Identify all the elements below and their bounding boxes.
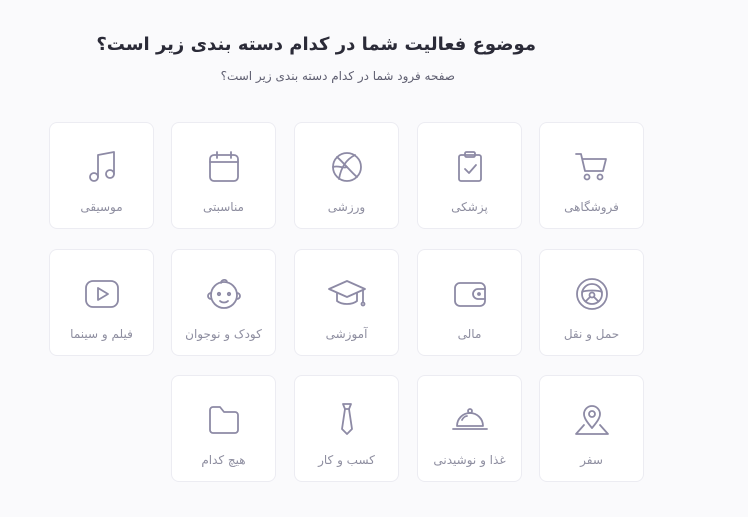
steering-wheel-icon (575, 278, 608, 310)
category-card-transport[interactable]: حمل و نقل (539, 249, 644, 356)
category-label: فیلم و سینما (70, 327, 133, 341)
cart-icon (574, 153, 607, 181)
category-card-food[interactable]: غذا و نوشیدنی (417, 375, 522, 482)
page-title: موضوع فعالیت شما در کدام دسته بندی زیر ا… (96, 34, 536, 55)
category-card-kids[interactable]: کودک و نوجوان (171, 249, 276, 356)
category-label: پزشکی (451, 200, 488, 214)
music-note-icon (88, 151, 115, 182)
folder-icon (208, 406, 239, 434)
category-label: فروشگاهی (564, 200, 619, 214)
clipboard-check-icon (457, 151, 482, 182)
category-card-music[interactable]: موسیقی (49, 122, 154, 229)
category-card-education[interactable]: آموزشی (294, 249, 399, 356)
category-card-shop[interactable]: فروشگاهی (539, 122, 644, 229)
calendar-icon (208, 151, 239, 182)
category-card-finance[interactable]: مالی (417, 249, 522, 356)
category-label: مالی (457, 327, 482, 341)
category-card-medical[interactable]: پزشکی (417, 122, 522, 229)
video-play-icon (84, 280, 119, 308)
graduation-cap-icon (327, 280, 366, 307)
category-card-film[interactable]: فیلم و سینما (49, 249, 154, 356)
baby-face-icon (206, 278, 241, 309)
category-card-occasion[interactable]: مناسبتی (171, 122, 276, 229)
category-label: غذا و نوشیدنی (433, 453, 506, 467)
wallet-icon (453, 282, 486, 307)
category-label: حمل و نقل (563, 327, 620, 341)
category-label: کسب و کار (318, 453, 375, 467)
category-label: ورزشی (327, 200, 366, 214)
page-subtitle: صفحه فرود شما در کدام دسته بندی زیر است؟ (220, 69, 455, 83)
map-pin-icon (574, 405, 609, 435)
category-label: موسیقی (80, 200, 123, 214)
category-label: مناسبتی (202, 200, 244, 214)
category-card-sport[interactable]: ورزشی (294, 122, 399, 229)
basketball-icon (331, 152, 362, 182)
food-cloche-icon (451, 408, 488, 430)
category-label: آموزشی (325, 327, 368, 341)
category-label: سفر (580, 453, 603, 467)
necktie-icon (340, 403, 353, 435)
category-card-travel[interactable]: سفر (539, 375, 644, 482)
category-card-business[interactable]: کسب و کار (294, 375, 399, 482)
category-label: کودک و نوجوان (185, 327, 262, 341)
category-label: هیچ کدام (201, 453, 246, 467)
category-card-none[interactable]: هیچ کدام (171, 375, 276, 482)
